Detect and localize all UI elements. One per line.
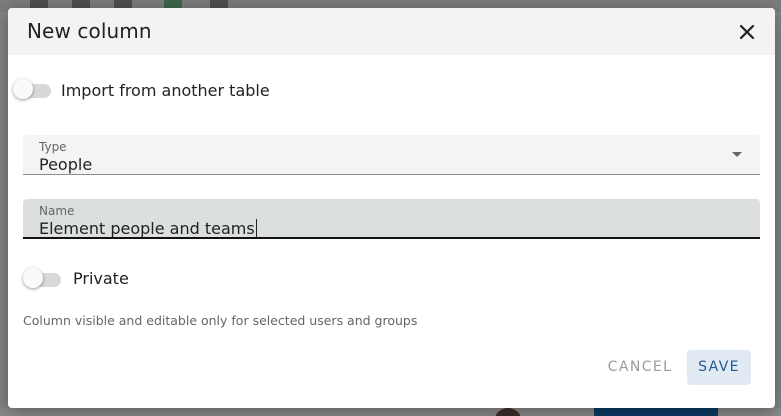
private-helper-text: Column visible and editable only for sel…: [23, 313, 418, 328]
name-field-label: Name: [39, 204, 75, 218]
close-icon: [739, 24, 755, 40]
background-table-column: [0, 12, 8, 416]
toggle-thumb: [13, 79, 33, 99]
chevron-down-icon: [732, 152, 742, 157]
new-column-dialog: New column Import from another table Typ…: [8, 8, 775, 408]
name-field-value: Element people and teams: [39, 219, 255, 238]
import-toggle[interactable]: [13, 79, 53, 103]
type-field-label: Type: [39, 140, 67, 154]
dialog-title: New column: [27, 19, 152, 43]
close-button[interactable]: [735, 20, 759, 44]
name-field-value-wrap: Element people and teams: [39, 219, 257, 238]
private-toggle[interactable]: [23, 268, 63, 292]
background-table-column: [775, 12, 781, 416]
background-button: [594, 408, 718, 416]
text-caret: [255, 219, 257, 237]
type-field-value: People: [39, 155, 93, 174]
private-toggle-label: Private: [73, 269, 129, 288]
import-toggle-label: Import from another table: [61, 81, 270, 100]
dialog-header: New column: [8, 8, 775, 55]
cancel-button[interactable]: CANCEL: [600, 350, 680, 385]
type-select[interactable]: Type People: [23, 135, 760, 175]
name-input[interactable]: Name Element people and teams: [23, 199, 760, 239]
toggle-thumb: [23, 268, 43, 288]
save-button[interactable]: SAVE: [687, 350, 751, 385]
